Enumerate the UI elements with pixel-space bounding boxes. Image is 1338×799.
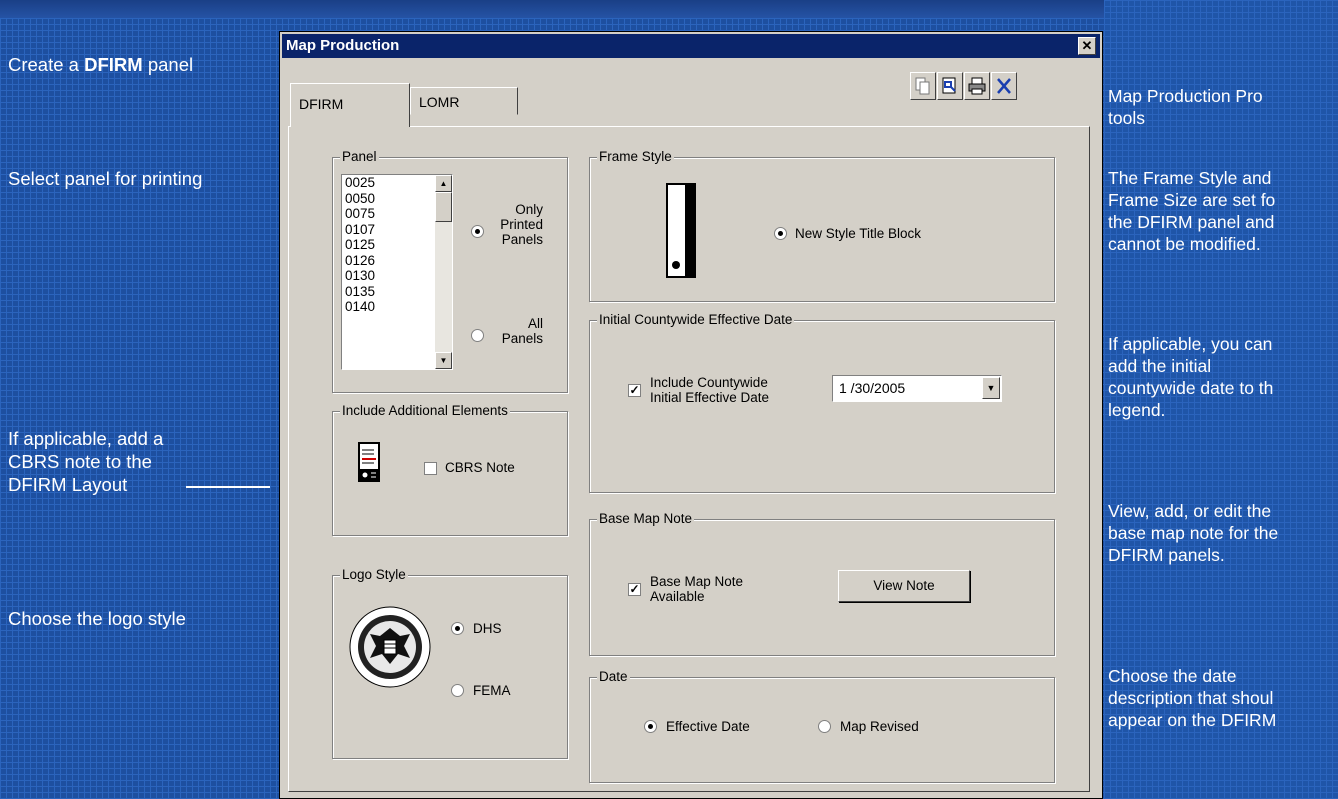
- base-map-note-checkbox[interactable]: ✓: [628, 583, 641, 596]
- initial-date-group: Initial Countywide Effective Date ✓ Incl…: [589, 312, 1055, 493]
- annotation-frame-line3: the DFIRM panel and: [1108, 212, 1275, 232]
- view-note-button[interactable]: View Note: [838, 570, 970, 602]
- annotation-frame-line1: The Frame Style and: [1108, 168, 1272, 188]
- annotation-tools-line1: Map Production Pro: [1108, 86, 1263, 106]
- annotation-note-line1: View, add, or edit the: [1108, 501, 1272, 521]
- close-x-icon: [997, 78, 1011, 94]
- close-tool-button[interactable]: [991, 72, 1017, 100]
- annotation-cbrs-line2: CBRS note to the: [8, 451, 152, 472]
- panel-listbox[interactable]: 0025 0050 0075 0107 0125 0126 0130 0135 …: [341, 174, 453, 370]
- initial-date-value: 1 /30/2005: [839, 380, 906, 396]
- new-style-title-block-radio[interactable]: [774, 227, 787, 240]
- annotation-pointer-line: [186, 486, 270, 488]
- panel-group-label: Panel: [340, 149, 379, 165]
- include-countywide-line1: Include Countywide: [650, 375, 768, 390]
- copy-icon: [915, 77, 930, 95]
- annotation-create-panel: Create a DFIRM panel: [8, 54, 194, 75]
- base-map-note-line1: Base Map Note: [650, 574, 744, 589]
- annotation-frame-line2: Frame Size are set fo: [1108, 190, 1276, 210]
- date-group-label: Date: [597, 669, 630, 685]
- dhs-seal-icon: [349, 606, 431, 688]
- print-button[interactable]: [964, 72, 990, 100]
- cbrs-note-checkbox[interactable]: [424, 462, 437, 475]
- fema-logo-label: FEMA: [473, 683, 511, 698]
- frame-style-label: Frame Style: [597, 149, 674, 165]
- fema-logo-radio[interactable]: [451, 684, 464, 697]
- logo-style-group: Logo Style DHS FEMA: [332, 567, 568, 759]
- map-revised-radio[interactable]: [818, 720, 831, 733]
- base-map-note-line2: Available: [650, 589, 705, 604]
- annotation-cbrs-line1: If applicable, add a: [8, 428, 164, 449]
- initial-date-dropdown[interactable]: 1 /30/2005 ▼: [832, 375, 1002, 402]
- annotation-date-line2: description that shoul: [1108, 688, 1274, 708]
- frame-style-icon: [666, 183, 696, 278]
- dhs-logo-radio[interactable]: [451, 622, 464, 635]
- logo-style-label: Logo Style: [340, 567, 408, 583]
- annotation-note-line2: base map note for the: [1108, 523, 1279, 543]
- scroll-thumb[interactable]: [435, 192, 452, 222]
- tab-lomr[interactable]: LOMR: [410, 87, 518, 115]
- frame-style-group: Frame Style New Style Title Block: [589, 149, 1055, 302]
- only-printed-line2: Printed: [500, 217, 543, 232]
- base-map-note-label: Base Map Note: [597, 511, 695, 527]
- date-group: Date Effective Date Map Revised: [589, 669, 1055, 783]
- annotation-initial-line2: add the initial: [1108, 356, 1212, 376]
- page-icon: [942, 77, 956, 94]
- scroll-up-button[interactable]: ▲: [435, 175, 452, 192]
- annotation-date-line1: Choose the date: [1108, 666, 1237, 686]
- printer-icon: [968, 77, 986, 95]
- window-close-button[interactable]: ✕: [1078, 37, 1096, 55]
- include-countywide-line2: Initial Effective Date: [650, 390, 770, 405]
- copy-button[interactable]: [910, 72, 936, 100]
- annotation-initial-line3: countywide date to th: [1108, 378, 1274, 398]
- annotation-logo-style: Choose the logo style: [8, 608, 186, 629]
- annotation-cbrs-line3: DFIRM Layout: [8, 474, 128, 495]
- dropdown-button[interactable]: ▼: [982, 377, 1000, 399]
- annotation-date-line3: appear on the DFIRM: [1108, 710, 1277, 730]
- include-countywide-checkbox[interactable]: ✓: [628, 384, 641, 397]
- annotation-frame-line4: cannot be modified.: [1108, 234, 1261, 254]
- annotation-initial-line1: If applicable, you can: [1108, 334, 1273, 354]
- annotation-select-panel: Select panel for printing: [8, 168, 203, 189]
- additional-elements-group: Include Additional Elements CBRS Note: [332, 403, 568, 536]
- cbrs-note-label: CBRS Note: [445, 460, 515, 475]
- annotation-tools-line2: tools: [1108, 108, 1145, 128]
- annotation-initial-line4: legend.: [1108, 400, 1166, 420]
- window-title: Map Production: [286, 37, 400, 54]
- preview-button[interactable]: [937, 72, 963, 100]
- only-printed-line3: Panels: [501, 232, 543, 247]
- scroll-down-button[interactable]: ▼: [435, 352, 452, 369]
- base-map-note-group: Base Map Note ✓ Base Map Note Available …: [589, 511, 1055, 656]
- dhs-logo-label: DHS: [473, 621, 502, 636]
- all-panels-line1: All: [527, 316, 543, 331]
- panel-list-scrollbar[interactable]: ▲ ▼: [435, 175, 452, 369]
- dfirm-tab-page: Panel 0025 0050 0075 0107 0125 0126 0130…: [288, 126, 1090, 792]
- new-style-title-block-label: New Style Title Block: [795, 226, 922, 241]
- all-panels-line2: Panels: [501, 331, 543, 346]
- map-production-window: Map Production ✕ DFIRM LOMR Panel 0025 0…: [279, 31, 1103, 799]
- panel-group: Panel 0025 0050 0075 0107 0125 0126 0130…: [332, 149, 568, 393]
- only-printed-line1: Only: [515, 202, 543, 217]
- cbrs-layout-icon: [358, 442, 380, 482]
- tab-dfirm[interactable]: DFIRM: [290, 83, 410, 127]
- effective-date-radio[interactable]: [644, 720, 657, 733]
- effective-date-label: Effective Date: [666, 719, 750, 734]
- annotation-note-line3: DFIRM panels.: [1108, 545, 1225, 565]
- additional-elements-label: Include Additional Elements: [340, 403, 510, 419]
- initial-date-label: Initial Countywide Effective Date: [597, 312, 795, 328]
- title-bar[interactable]: Map Production ✕: [282, 34, 1100, 58]
- map-revised-label: Map Revised: [840, 719, 919, 734]
